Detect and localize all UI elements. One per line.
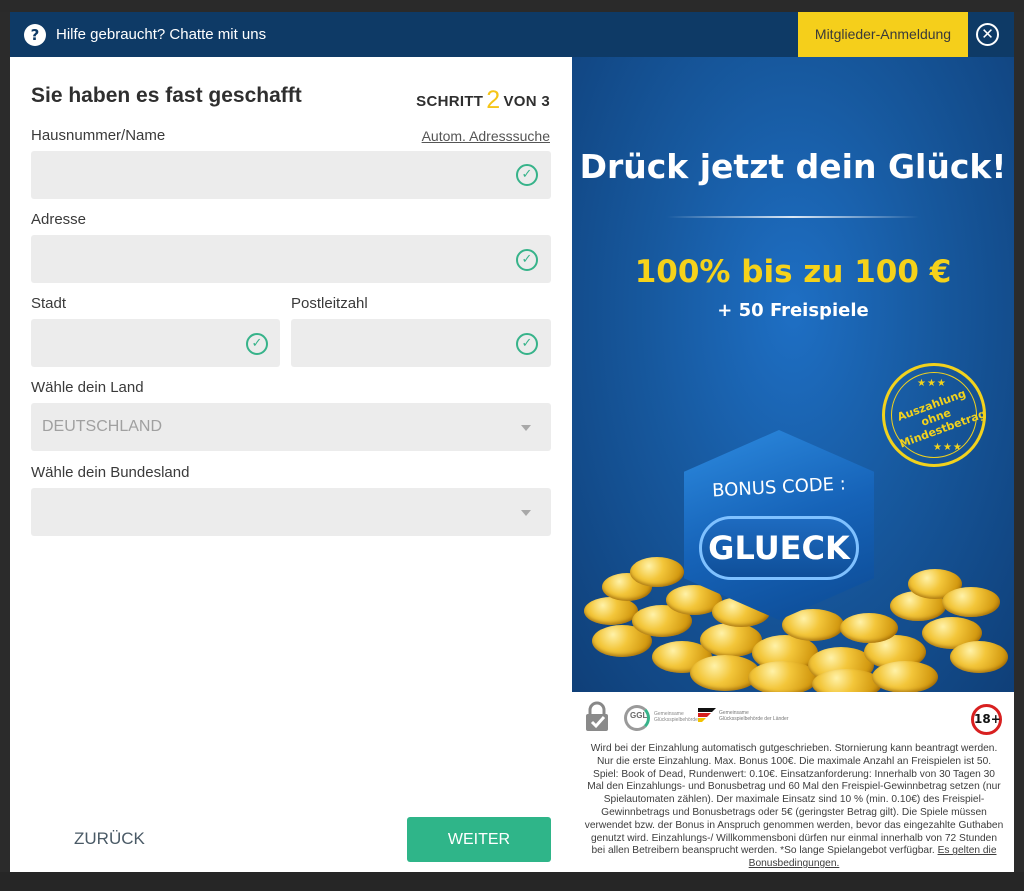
country-select[interactable]: DEUTSCHLAND [31, 403, 551, 451]
page-backdrop-top [0, 0, 1024, 12]
coin [812, 669, 882, 692]
coin [840, 613, 898, 643]
house-number-label: Hausnummer/Name [31, 127, 166, 144]
country-label: Wähle dein Land [31, 379, 144, 396]
state-label: Wähle dein Bundesland [31, 464, 190, 481]
state-select[interactable] [31, 488, 551, 536]
caret-down-icon [521, 510, 531, 516]
star-icon: ★★★ [917, 378, 947, 389]
form-panel: Sie haben es fast geschafft SCHRITT 2 VON … [10, 57, 572, 872]
trust-logos-row: GGL Gemeinsame Glücksspielbehörde Gemein… [572, 697, 1014, 737]
payout-seal: ★★★ Auszahlung ohne Mindestbetrag ★★★ [882, 363, 988, 467]
auto-address-search-link[interactable]: Autom. Adresssuche [422, 128, 550, 144]
promo-banner: Drück jetzt dein Glück! 100% bis zu 100 … [572, 57, 1014, 692]
german-flag-icon [698, 708, 716, 722]
step-suffix: VON 3 [503, 93, 550, 110]
form-title: Sie haben es fast geschafft [31, 84, 302, 107]
city-field[interactable] [31, 319, 280, 367]
house-number-field[interactable] [31, 151, 551, 199]
page-backdrop-left [0, 12, 10, 891]
coin [950, 641, 1008, 673]
member-login-button[interactable]: Mitglieder-Anmeldung [798, 12, 968, 57]
star-icon: ★★★ [933, 442, 963, 453]
question-circle-icon[interactable]: ? [24, 24, 46, 46]
check-circle-icon: ✓ [246, 333, 268, 355]
bonus-code-value: GLUECK [708, 529, 850, 567]
modal-topbar: ? Hilfe gebraucht? Chatte mit uns Mitgli… [10, 12, 1014, 57]
step-current-number: 2 [486, 86, 501, 114]
age-restriction-badge: 18+ [971, 704, 1002, 735]
promo-free-spins: + 50 Freispiele [717, 300, 869, 321]
address-label: Adresse [31, 211, 87, 228]
registration-modal: ? Hilfe gebraucht? Chatte mit uns Mitgli… [10, 12, 1014, 872]
step-prefix: SCHRITT [416, 93, 484, 110]
ggl-logo-text: GGL [630, 711, 648, 720]
bonus-terms: Wird bei der Einzahlung automatisch gutg… [584, 743, 1004, 871]
address-field[interactable] [31, 235, 551, 283]
coin [872, 661, 938, 692]
close-circle-icon[interactable]: ✕ [976, 23, 999, 46]
check-circle-icon: ✓ [516, 164, 538, 186]
page-backdrop-bottom [0, 872, 1024, 891]
step-indicator: SCHRITT 2 VON 3 [416, 86, 550, 115]
help-chat-link[interactable]: Hilfe gebraucht? Chatte mit uns [56, 26, 266, 43]
check-circle-icon: ✓ [516, 333, 538, 355]
coin [942, 587, 1000, 617]
coin [630, 557, 684, 587]
promo-divider [667, 216, 919, 218]
bonus-terms-text: Wird bei der Einzahlung automatisch gutg… [584, 743, 1004, 857]
promo-panel: Drück jetzt dein Glück! 100% bis zu 100 … [572, 57, 1014, 872]
coin [584, 597, 638, 625]
city-label: Stadt [31, 295, 67, 312]
back-button[interactable]: ZURÜCK [74, 829, 145, 849]
promo-offer: 100% bis zu 100 € [634, 254, 952, 290]
postcode-field[interactable] [291, 319, 551, 367]
postcode-label: Postleitzahl [291, 295, 368, 312]
authority-logo-text: Gemeinsame Glücksspielbehörde der Länder [719, 710, 789, 722]
page-backdrop-right [1014, 12, 1024, 891]
ggl-logo-subtitle: Gemeinsame Glücksspielbehörde [654, 711, 698, 723]
lock-check-icon [586, 701, 608, 731]
check-circle-icon: ✓ [516, 249, 538, 271]
promo-headline: Drück jetzt dein Glück! [579, 147, 1007, 186]
next-button[interactable]: WEITER [407, 817, 551, 862]
caret-down-icon [521, 425, 531, 431]
